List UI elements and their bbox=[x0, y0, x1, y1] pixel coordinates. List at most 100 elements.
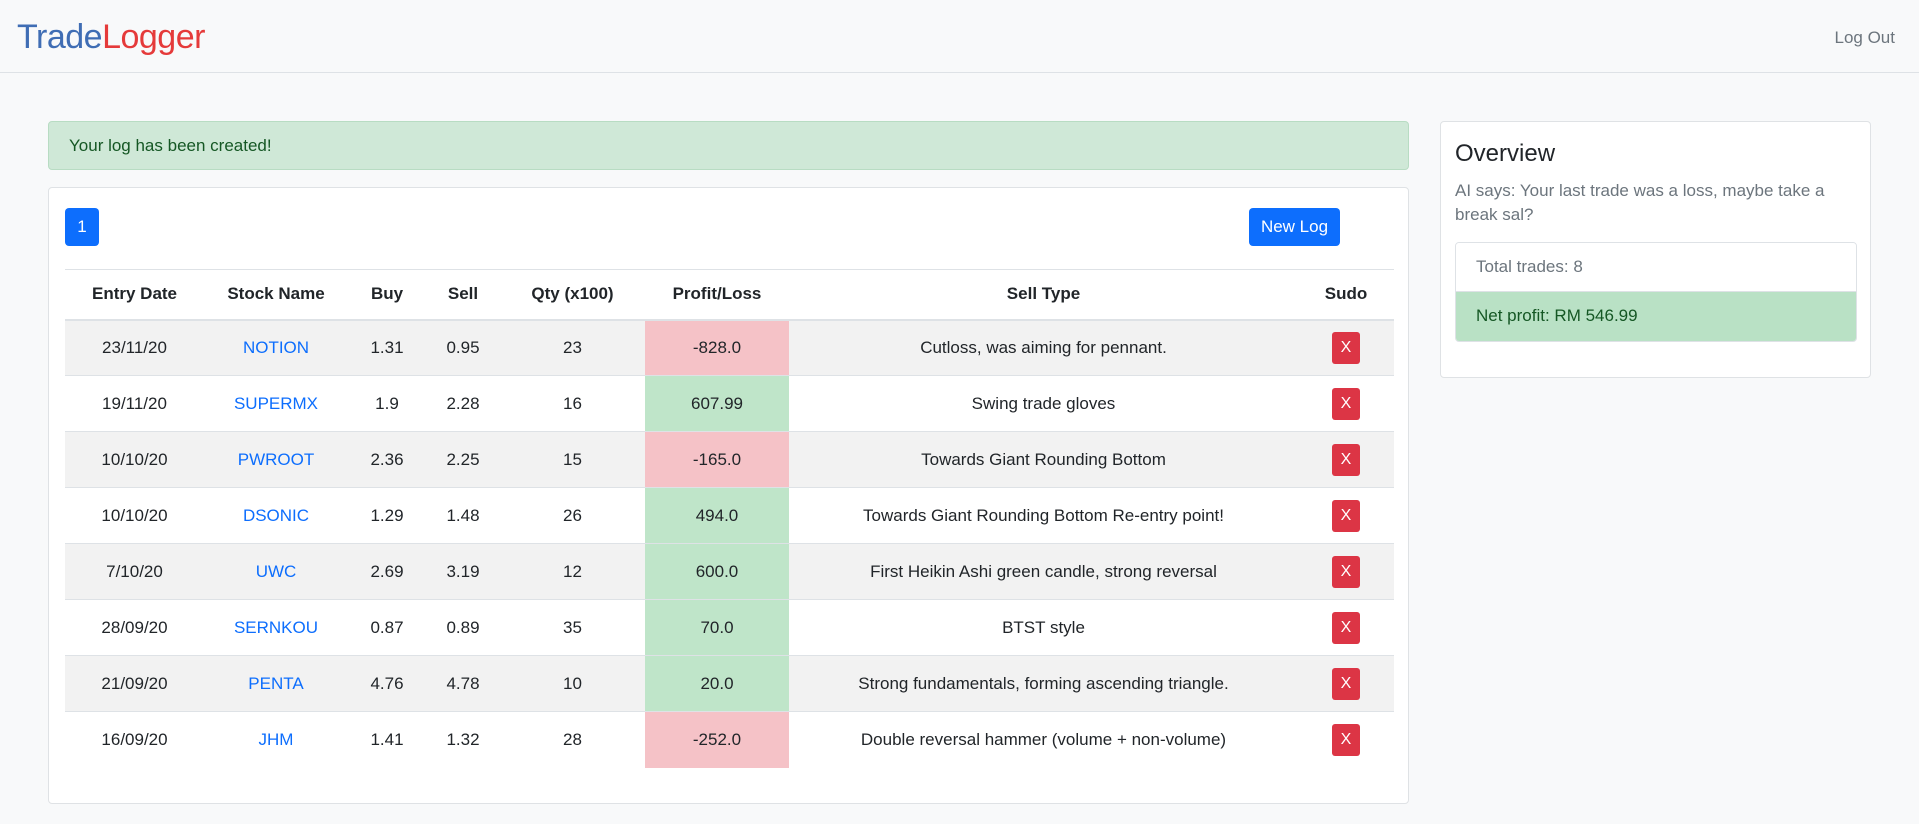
qty-cell: 23 bbox=[500, 319, 645, 376]
sell-type-cell: Double reversal hammer (volume + non-vol… bbox=[789, 711, 1298, 768]
sell-type-cell: BTST style bbox=[789, 599, 1298, 656]
table-row: 28/09/20 SERNKOU 0.87 0.89 35 70.0 BTST … bbox=[65, 599, 1394, 656]
delete-button[interactable]: X bbox=[1332, 611, 1360, 644]
sell-cell: 4.78 bbox=[426, 655, 500, 712]
table-row: 16/09/20 JHM 1.41 1.32 28 -252.0 Double … bbox=[65, 711, 1394, 768]
brand-part-logger: Logger bbox=[102, 18, 205, 56]
stock-name-cell: DSONIC bbox=[204, 487, 348, 544]
sudo-cell: X bbox=[1298, 431, 1394, 488]
buy-cell: 1.9 bbox=[348, 375, 426, 432]
buy-cell: 4.76 bbox=[348, 655, 426, 712]
sell-cell: 1.48 bbox=[426, 487, 500, 544]
buy-cell: 0.87 bbox=[348, 599, 426, 656]
qty-cell: 28 bbox=[500, 711, 645, 768]
delete-button[interactable]: X bbox=[1332, 555, 1360, 588]
new-log-button[interactable]: New Log bbox=[1249, 208, 1340, 246]
brand-logo[interactable]: TradeLogger bbox=[17, 17, 205, 57]
stock-name-cell: SERNKOU bbox=[204, 599, 348, 656]
navbar: TradeLogger Log Out bbox=[0, 0, 1919, 73]
stock-name-cell: PENTA bbox=[204, 655, 348, 712]
entry-date-cell: 21/09/20 bbox=[65, 655, 204, 712]
sell-type-cell: Cutloss, was aiming for pennant. bbox=[789, 319, 1298, 376]
overview-panel: Overview AI says: Your last trade was a … bbox=[1440, 121, 1871, 378]
success-alert: Your log has been created! bbox=[48, 121, 1409, 170]
qty-cell: 35 bbox=[500, 599, 645, 656]
sudo-cell: X bbox=[1298, 655, 1394, 712]
header-sell-type: Sell Type bbox=[789, 269, 1298, 321]
delete-button[interactable]: X bbox=[1332, 499, 1360, 532]
sudo-cell: X bbox=[1298, 487, 1394, 544]
buy-cell: 1.29 bbox=[348, 487, 426, 544]
delete-button[interactable]: X bbox=[1332, 331, 1360, 364]
stock-name-cell: PWROOT bbox=[204, 431, 348, 488]
buy-cell: 1.41 bbox=[348, 711, 426, 768]
table-row: 23/11/20 NOTION 1.31 0.95 23 -828.0 Cutl… bbox=[65, 319, 1394, 376]
pagination-page-button[interactable]: 1 bbox=[65, 208, 99, 246]
stock-link[interactable]: SERNKOU bbox=[234, 618, 318, 637]
header-sell: Sell bbox=[426, 269, 500, 321]
stock-link[interactable]: JHM bbox=[259, 730, 294, 749]
sell-cell: 0.89 bbox=[426, 599, 500, 656]
entry-date-cell: 19/11/20 bbox=[65, 375, 204, 432]
sudo-cell: X bbox=[1298, 375, 1394, 432]
entry-date-cell: 7/10/20 bbox=[65, 543, 204, 600]
table-row: 19/11/20 SUPERMX 1.9 2.28 16 607.99 Swin… bbox=[65, 375, 1394, 432]
sell-type-cell: Strong fundamentals, forming ascending t… bbox=[789, 655, 1298, 712]
sell-cell: 2.28 bbox=[426, 375, 500, 432]
entry-date-cell: 16/09/20 bbox=[65, 711, 204, 768]
delete-button[interactable]: X bbox=[1332, 723, 1360, 756]
ai-advice-text: AI says: Your last trade was a loss, may… bbox=[1455, 181, 1825, 224]
header-buy: Buy bbox=[348, 269, 426, 321]
entry-date-cell: 10/10/20 bbox=[65, 431, 204, 488]
entry-date-cell: 28/09/20 bbox=[65, 599, 204, 656]
buy-cell: 2.36 bbox=[348, 431, 426, 488]
buy-cell: 1.31 bbox=[348, 319, 426, 376]
stock-name-cell: SUPERMX bbox=[204, 375, 348, 432]
stock-link[interactable]: NOTION bbox=[243, 338, 309, 357]
stock-link[interactable]: PWROOT bbox=[238, 450, 315, 469]
delete-button[interactable]: X bbox=[1332, 443, 1360, 476]
stock-link[interactable]: DSONIC bbox=[243, 506, 309, 525]
sudo-cell: X bbox=[1298, 543, 1394, 600]
profit-loss-cell: 494.0 bbox=[645, 487, 789, 544]
sell-cell: 0.95 bbox=[426, 319, 500, 376]
stock-name-cell: NOTION bbox=[204, 319, 348, 376]
profit-loss-cell: 20.0 bbox=[645, 655, 789, 712]
delete-button[interactable]: X bbox=[1332, 667, 1360, 700]
delete-button[interactable]: X bbox=[1332, 387, 1360, 420]
profit-loss-cell: -252.0 bbox=[645, 711, 789, 768]
stock-name-cell: UWC bbox=[204, 543, 348, 600]
sudo-cell: X bbox=[1298, 711, 1394, 768]
overview-title: Overview bbox=[1455, 140, 1556, 167]
header-qty: Qty (x100) bbox=[500, 269, 645, 321]
sell-type-cell: Towards Giant Rounding Bottom bbox=[789, 431, 1298, 488]
stock-link[interactable]: PENTA bbox=[248, 674, 303, 693]
table-header-row: Entry Date Stock Name Buy Sell Qty (x100… bbox=[65, 269, 1394, 321]
profit-loss-cell: 70.0 bbox=[645, 599, 789, 656]
table-row: 10/10/20 PWROOT 2.36 2.25 15 -165.0 Towa… bbox=[65, 431, 1394, 488]
qty-cell: 26 bbox=[500, 487, 645, 544]
stock-link[interactable]: UWC bbox=[256, 562, 297, 581]
sell-cell: 2.25 bbox=[426, 431, 500, 488]
sell-cell: 3.19 bbox=[426, 543, 500, 600]
header-stock-name: Stock Name bbox=[204, 269, 348, 321]
sudo-cell: X bbox=[1298, 599, 1394, 656]
header-sudo: Sudo bbox=[1298, 269, 1394, 321]
total-trades-item: Total trades: 8 bbox=[1456, 243, 1856, 292]
qty-cell: 16 bbox=[500, 375, 645, 432]
logout-link[interactable]: Log Out bbox=[1835, 28, 1896, 48]
sell-cell: 1.32 bbox=[426, 711, 500, 768]
entry-date-cell: 23/11/20 bbox=[65, 319, 204, 376]
stock-name-cell: JHM bbox=[204, 711, 348, 768]
overview-stats-list: Total trades: 8 Net profit: RM 546.99 bbox=[1455, 242, 1857, 342]
entry-date-cell: 10/10/20 bbox=[65, 487, 204, 544]
table-row: 21/09/20 PENTA 4.76 4.78 10 20.0 Strong … bbox=[65, 655, 1394, 712]
stock-link[interactable]: SUPERMX bbox=[234, 394, 318, 413]
profit-loss-cell: -165.0 bbox=[645, 431, 789, 488]
qty-cell: 10 bbox=[500, 655, 645, 712]
table-row: 7/10/20 UWC 2.69 3.19 12 600.0 First Hei… bbox=[65, 543, 1394, 600]
profit-loss-cell: -828.0 bbox=[645, 319, 789, 376]
sell-type-cell: First Heikin Ashi green candle, strong r… bbox=[789, 543, 1298, 600]
profit-loss-cell: 607.99 bbox=[645, 375, 789, 432]
trade-log-card: 1 New Log Entry Date Stock Name Buy Sell… bbox=[48, 187, 1409, 804]
